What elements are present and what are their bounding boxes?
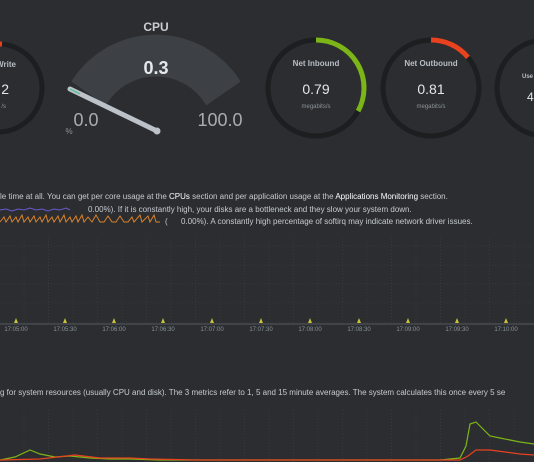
- load-description: g for system resources (usually CPU and …: [0, 388, 506, 397]
- cpu-chart-marker: [259, 318, 263, 323]
- cpu-gauge-title: CPU: [143, 20, 169, 34]
- cpu-chart-marker: [161, 318, 165, 323]
- cpu-chart-tick-label: 17:05:00: [4, 327, 28, 333]
- cpu-chart-marker: [308, 318, 312, 323]
- net-outbound-title: Net Outbound: [404, 59, 458, 68]
- cpu-gauge-value: 0.3: [143, 58, 169, 78]
- cpu-chart-marker: [357, 318, 361, 323]
- cpu-chart-tick-label: 17:07:30: [249, 327, 273, 333]
- cpu-desc-text-3: section.: [418, 192, 448, 201]
- cpu-chart-marker: [504, 318, 508, 323]
- used-title: Use: [522, 74, 534, 80]
- disk-write-title: Write: [0, 60, 16, 69]
- cpu-chart-tick-label: 17:06:00: [102, 327, 126, 333]
- iowait-sparkline: [0, 207, 71, 212]
- cpu-chart-tick-label: 17:07:00: [200, 327, 224, 333]
- disk-write-unit: /s: [1, 104, 6, 110]
- net-outbound-unit: megabits/s: [416, 104, 446, 110]
- cpu-description-line1: le time at all. You can get per core usa…: [0, 192, 448, 201]
- cpu-chart-marker: [63, 318, 67, 323]
- cpu-chart-tick-label: 17:08:00: [298, 327, 322, 333]
- cpu-desc-text-4: 0.00%). A constantly high percentage of …: [181, 217, 473, 226]
- cpu-description-line2: 0.00%). If it is constantly high, your d…: [88, 205, 412, 214]
- cpu-chart-marker: [14, 318, 18, 323]
- cpu-desc-text-1: le time at all. You can get per core usa…: [0, 192, 169, 201]
- cpu-desc-text-2: section and per application usage at the: [189, 192, 336, 201]
- cpu-gauge-unit: %: [65, 127, 73, 136]
- cpu-chart-tick-label: 17:06:30: [151, 327, 175, 333]
- cpus-link[interactable]: CPUs: [169, 192, 190, 201]
- cpu-chart-tick-label: 17:10:00: [494, 327, 518, 333]
- cpu-chart-marker: [455, 318, 459, 323]
- cpu-chart[interactable]: [0, 234, 534, 330]
- cpu-chart-tick-label: 17:09:00: [396, 327, 420, 333]
- net-outbound-value: 0.81: [417, 81, 445, 97]
- cpu-chart-tick-label: 17:05:30: [53, 327, 77, 333]
- net-inbound-unit: megabits/s: [301, 104, 331, 110]
- used-value: 4: [527, 90, 534, 104]
- cpu-chart-marker: [210, 318, 214, 323]
- applications-monitoring-link[interactable]: Applications Monitoring: [335, 192, 418, 201]
- disk-write-value: 2: [1, 81, 9, 97]
- cpu-chart-tick-label: 17:09:30: [445, 327, 469, 333]
- cpu-chart-marker: [112, 318, 116, 323]
- cpu-chart-tick-label: 17:08:30: [347, 327, 371, 333]
- load-chart[interactable]: [0, 410, 534, 462]
- softirq-sparkline: [0, 213, 160, 224]
- cpu-chart-marker: [406, 318, 410, 323]
- load1-line: [0, 421, 534, 461]
- net-inbound-value: 0.79: [302, 81, 330, 97]
- cpu-description-line3: ( 0.00%). A constantly high percentage o…: [165, 217, 473, 226]
- used-gauge: [494, 38, 534, 138]
- net-inbound-title: Net Inbound: [292, 59, 340, 68]
- cpu-gauge-max: 100.0: [197, 110, 243, 130]
